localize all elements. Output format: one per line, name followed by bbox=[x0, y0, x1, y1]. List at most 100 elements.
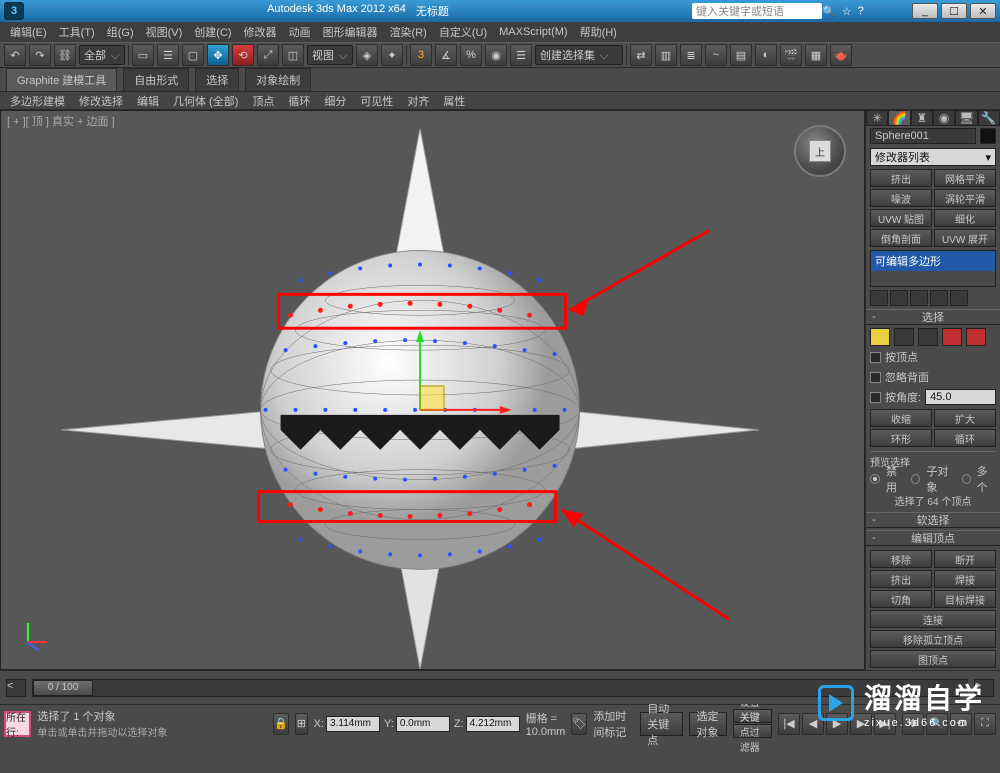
stack-unique-button[interactable] bbox=[910, 290, 928, 306]
preview-subobj-radio[interactable] bbox=[911, 474, 920, 484]
ribbon-grp-subdiv[interactable]: 细分 bbox=[318, 92, 352, 110]
target-weld-button[interactable]: 目标焊接 bbox=[934, 590, 996, 608]
tab-create[interactable]: ✳ bbox=[866, 110, 888, 126]
grow-button[interactable]: 扩大 bbox=[934, 409, 996, 427]
layer-button[interactable]: ≣ bbox=[680, 44, 702, 66]
stack-show-button[interactable] bbox=[890, 290, 908, 306]
editnamed-button[interactable]: ☰ bbox=[510, 44, 532, 66]
select-region-button[interactable]: ▢ bbox=[182, 44, 204, 66]
menu-customize[interactable]: 自定义(U) bbox=[435, 22, 491, 42]
link-button[interactable]: ⛓ bbox=[54, 44, 76, 66]
loop-button[interactable]: 循环 bbox=[934, 429, 996, 447]
connect-button[interactable]: 连接 bbox=[870, 610, 996, 628]
ribbon-grp-align[interactable]: 对齐 bbox=[401, 92, 435, 110]
nav-maximize-button[interactable]: ⛶ bbox=[974, 713, 996, 735]
modbtn-extrude[interactable]: 挤出 bbox=[870, 169, 932, 187]
menu-create[interactable]: 创建(C) bbox=[190, 22, 235, 42]
rollout-selection-header[interactable]: 选择 bbox=[866, 309, 1000, 325]
undo-button[interactable]: ↶ bbox=[4, 44, 26, 66]
subobj-polygon-button[interactable] bbox=[942, 328, 962, 346]
preview-multi-radio[interactable] bbox=[962, 474, 971, 484]
remove-button[interactable]: 移除 bbox=[870, 550, 932, 568]
rotate-button[interactable]: ⟲ bbox=[232, 44, 254, 66]
modbtn-meshsmooth[interactable]: 网格平滑 bbox=[934, 169, 996, 187]
by-vertex-checkbox[interactable] bbox=[870, 352, 881, 363]
ribbon-tab-graphite[interactable]: Graphite 建模工具 bbox=[6, 68, 117, 92]
move-button[interactable]: ✥ bbox=[207, 44, 229, 66]
menu-maxscript[interactable]: MAXScript(M) bbox=[495, 24, 571, 40]
ring-button[interactable]: 环形 bbox=[870, 429, 932, 447]
tab-modify[interactable]: 🌈 bbox=[888, 110, 910, 126]
stack-pin-button[interactable] bbox=[870, 290, 888, 306]
timeline-right-button[interactable]: > bbox=[974, 679, 994, 697]
manipulate-button[interactable]: ✦ bbox=[381, 44, 403, 66]
menu-animation[interactable]: 动画 bbox=[285, 22, 315, 42]
redo-button[interactable]: ↷ bbox=[29, 44, 51, 66]
time-slider[interactable]: 0 / 100 bbox=[32, 679, 968, 697]
subobj-border-button[interactable] bbox=[918, 328, 938, 346]
help-icon[interactable]: ? bbox=[858, 5, 864, 17]
menu-graph[interactable]: 图形编辑器 bbox=[319, 22, 382, 42]
select-object-button[interactable]: ▭ bbox=[132, 44, 154, 66]
infocenter-icon[interactable]: 🔍 bbox=[822, 5, 836, 18]
subobj-element-button[interactable] bbox=[966, 328, 986, 346]
menu-edit[interactable]: 编辑(E) bbox=[6, 22, 51, 42]
rollout-softsel-header[interactable]: 软选择 bbox=[866, 512, 1000, 528]
rollout-editvert-header[interactable]: 编辑顶点 bbox=[866, 530, 1000, 546]
window-minimize-button[interactable]: _ bbox=[912, 3, 938, 19]
nav-pan-button[interactable]: ✥ bbox=[902, 713, 924, 735]
prev-frame-button[interactable]: ◀ bbox=[802, 713, 824, 735]
subobj-vertex-button[interactable] bbox=[870, 328, 890, 346]
tab-utilities[interactable]: 🔧 bbox=[978, 110, 1000, 126]
preview-off-radio[interactable] bbox=[870, 474, 880, 484]
tab-hierarchy[interactable]: ♜ bbox=[911, 110, 933, 126]
modbtn-uvwunwrap[interactable]: UVW 展开 bbox=[934, 229, 996, 247]
menu-view[interactable]: 视图(V) bbox=[142, 22, 187, 42]
ignore-backface-checkbox[interactable] bbox=[870, 372, 881, 383]
ribbon-grp-props[interactable]: 属性 bbox=[437, 92, 471, 110]
extrude-button[interactable]: 挤出 bbox=[870, 570, 932, 588]
refcoord-button[interactable]: ◫ bbox=[282, 44, 304, 66]
named-selection-combo[interactable]: 创建选择集 bbox=[535, 45, 623, 65]
modbtn-tessellate[interactable]: 细化 bbox=[934, 209, 996, 227]
goto-end-button[interactable]: ▶| bbox=[874, 713, 896, 735]
maxscript-listener-button[interactable]: 所在行: bbox=[4, 711, 31, 737]
ribbon-grp-loop[interactable]: 循环 bbox=[282, 92, 316, 110]
goto-start-button[interactable]: |◀ bbox=[778, 713, 800, 735]
abs-rel-button[interactable]: ⊞ bbox=[295, 713, 308, 735]
ribbon-grp-edit[interactable]: 编辑 bbox=[131, 92, 165, 110]
menu-tools[interactable]: 工具(T) bbox=[55, 22, 99, 42]
menu-help[interactable]: 帮助(H) bbox=[576, 22, 621, 42]
menu-group[interactable]: 组(G) bbox=[103, 22, 138, 42]
subobj-edge-button[interactable] bbox=[894, 328, 914, 346]
key-filters-button[interactable]: 关键点过滤器 bbox=[733, 724, 772, 738]
time-slider-knob[interactable]: 0 / 100 bbox=[33, 680, 93, 696]
window-maximize-button[interactable]: ☐ bbox=[941, 3, 967, 19]
viewport-top[interactable]: [ + ][ 顶 ] 真实 + 边面 ] 上 bbox=[0, 110, 865, 670]
menu-render[interactable]: 渲染(R) bbox=[386, 22, 431, 42]
snap-toggle-button[interactable]: 3 bbox=[410, 44, 432, 66]
select-name-button[interactable]: ☰ bbox=[157, 44, 179, 66]
signin-icon[interactable]: ☆ bbox=[842, 5, 852, 18]
object-name-input[interactable]: Sphere001 bbox=[870, 128, 976, 144]
window-close-button[interactable]: ✕ bbox=[970, 3, 996, 19]
material-button[interactable]: ◐ bbox=[755, 44, 777, 66]
coord-x-input[interactable]: 3.114mm bbox=[326, 716, 380, 732]
modbtn-turbosmooth[interactable]: 涡轮平滑 bbox=[934, 189, 996, 207]
angle-snap-button[interactable]: ∡ bbox=[435, 44, 457, 66]
percent-snap-button[interactable]: % bbox=[460, 44, 482, 66]
lock-selection-button[interactable]: 🔒 bbox=[273, 713, 289, 735]
selection-filter-combo[interactable]: 全部 bbox=[79, 45, 125, 65]
play-button[interactable]: ▶ bbox=[826, 713, 848, 735]
modifier-list-combo[interactable]: 修改器列表▾ bbox=[870, 148, 996, 166]
app-logo-icon[interactable]: 3 bbox=[4, 2, 24, 20]
ribbon-grp-visibility[interactable]: 可见性 bbox=[354, 92, 399, 110]
add-time-tag-button[interactable]: 🏷 bbox=[571, 713, 587, 735]
tab-display[interactable]: 🖥 bbox=[955, 110, 977, 126]
by-angle-checkbox[interactable] bbox=[870, 392, 881, 403]
tab-motion[interactable]: ◉ bbox=[933, 110, 955, 126]
render-button[interactable]: 🫖 bbox=[830, 44, 852, 66]
modifier-stack[interactable]: 可编辑多边形 bbox=[870, 250, 996, 287]
chamfer-button[interactable]: 切角 bbox=[870, 590, 932, 608]
modbtn-bevelprofile[interactable]: 倒角剖面 bbox=[870, 229, 932, 247]
